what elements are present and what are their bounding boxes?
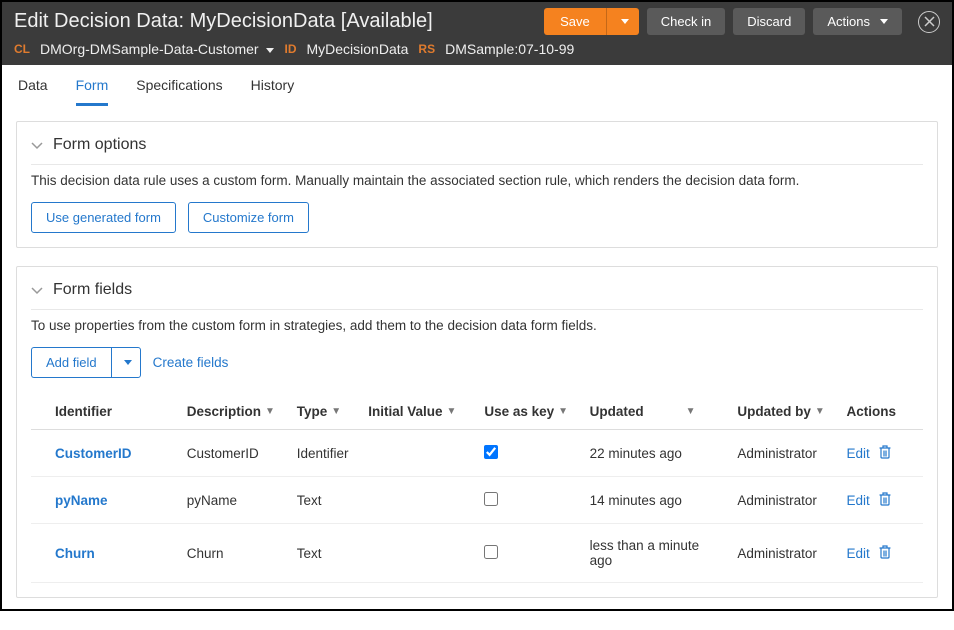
initial-value-cell: [360, 430, 476, 477]
filter-icon[interactable]: ▼: [331, 406, 341, 417]
chevron-down-icon: [621, 19, 629, 24]
col-description[interactable]: Description▼: [179, 394, 289, 430]
updated-cell: less than a minute ago: [582, 524, 730, 583]
updated-by-cell: Administrator: [729, 524, 838, 583]
actions-cell: Edit: [839, 430, 923, 477]
form-options-description: This decision data rule uses a custom fo…: [31, 164, 923, 202]
edit-link[interactable]: Edit: [847, 493, 870, 508]
updated-by-cell: Administrator: [729, 477, 838, 524]
identifier-link[interactable]: pyName: [31, 477, 179, 524]
create-fields-link[interactable]: Create fields: [153, 355, 229, 370]
filter-icon[interactable]: ▼: [265, 406, 275, 417]
id-label: ID: [284, 42, 296, 56]
trash-icon[interactable]: [878, 544, 892, 562]
actions-cell: Edit: [839, 524, 923, 583]
add-field-dropdown[interactable]: [111, 347, 141, 378]
save-label: Save: [544, 8, 607, 35]
use-as-key-cell: [476, 477, 581, 524]
form-fields-description: To use properties from the custom form i…: [31, 309, 923, 347]
col-identifier[interactable]: Identifier: [31, 394, 179, 430]
discard-button[interactable]: Discard: [733, 8, 805, 35]
description-cell: Churn: [179, 524, 289, 583]
cl-label: CL: [14, 42, 30, 56]
header-bar: Edit Decision Data: MyDecisionData [Avai…: [2, 2, 952, 65]
identifier-link[interactable]: CustomerID: [31, 430, 179, 477]
checkin-button[interactable]: Check in: [647, 8, 726, 35]
description-cell: CustomerID: [179, 430, 289, 477]
use-generated-form-button[interactable]: Use generated form: [31, 202, 176, 233]
initial-value-cell: [360, 477, 476, 524]
edit-link[interactable]: Edit: [847, 546, 870, 561]
actions-button[interactable]: Actions: [813, 8, 902, 35]
title-name: MyDecisionData: [190, 10, 336, 32]
id-value: MyDecisionData: [306, 41, 408, 57]
table-row: ChurnChurnTextless than a minute agoAdmi…: [31, 524, 923, 583]
tab-history[interactable]: History: [251, 77, 295, 106]
tab-specifications[interactable]: Specifications: [136, 77, 222, 106]
save-dropdown[interactable]: [607, 8, 639, 35]
table-row: CustomerIDCustomerIDIdentifier22 minutes…: [31, 430, 923, 477]
col-use-as-key[interactable]: Use as key▼: [476, 394, 581, 430]
initial-value-cell: [360, 524, 476, 583]
chevron-down-icon: [31, 283, 43, 298]
chevron-down-icon: [124, 360, 132, 365]
form-options-title: Form options: [53, 136, 146, 154]
chevron-down-icon: [880, 19, 888, 24]
type-cell: Text: [289, 477, 361, 524]
chevron-down-icon: [266, 48, 274, 53]
use-as-key-checkbox[interactable]: [484, 545, 498, 559]
updated-cell: 14 minutes ago: [582, 477, 730, 524]
tab-data[interactable]: Data: [18, 77, 48, 106]
col-initial-value[interactable]: Initial Value▼: [360, 394, 476, 430]
form-options-header[interactable]: Form options: [31, 136, 923, 154]
actions-label: Actions: [827, 14, 870, 29]
close-button[interactable]: [918, 11, 940, 33]
customize-form-button[interactable]: Customize form: [188, 202, 309, 233]
filter-icon[interactable]: ▼: [815, 406, 825, 417]
tab-form[interactable]: Form: [76, 77, 109, 106]
updated-by-cell: Administrator: [729, 430, 838, 477]
edit-link[interactable]: Edit: [847, 446, 870, 461]
header-actions: Save Check in Discard Actions: [544, 8, 940, 35]
tab-bar: Data Form Specifications History: [2, 65, 952, 107]
use-as-key-cell: [476, 524, 581, 583]
rs-value: DMSample:07-10-99: [445, 41, 574, 57]
title-prefix: Edit Decision Data:: [14, 10, 190, 32]
form-fields-title: Form fields: [53, 281, 132, 299]
filter-icon[interactable]: ▼: [447, 406, 457, 417]
save-button[interactable]: Save: [544, 8, 639, 35]
trash-icon[interactable]: [878, 491, 892, 509]
title-status: [Available]: [335, 10, 432, 32]
page-title: Edit Decision Data: MyDecisionData [Avai…: [14, 10, 544, 33]
content-area: Form options This decision data rule use…: [2, 107, 952, 630]
use-as-key-checkbox[interactable]: [484, 445, 498, 459]
header-meta: CL DMOrg-DMSample-Data-Customer ID MyDec…: [2, 39, 952, 65]
form-fields-panel: Form fields To use properties from the c…: [16, 266, 938, 598]
identifier-link[interactable]: Churn: [31, 524, 179, 583]
col-updated-by[interactable]: Updated by▼: [729, 394, 838, 430]
actions-cell: Edit: [839, 477, 923, 524]
form-fields-header[interactable]: Form fields: [31, 281, 923, 299]
trash-icon[interactable]: [878, 444, 892, 462]
use-as-key-cell: [476, 430, 581, 477]
use-as-key-checkbox[interactable]: [484, 492, 498, 506]
rs-label: RS: [418, 42, 435, 56]
col-updated[interactable]: Updated▼: [582, 394, 730, 430]
type-cell: Text: [289, 524, 361, 583]
form-options-panel: Form options This decision data rule use…: [16, 121, 938, 248]
close-icon: [924, 16, 935, 27]
updated-cell: 22 minutes ago: [582, 430, 730, 477]
table-header-row: Identifier Description▼ Type▼ Initial Va…: [31, 394, 923, 430]
type-cell: Identifier: [289, 430, 361, 477]
chevron-down-icon: [31, 138, 43, 153]
filter-icon[interactable]: ▼: [558, 406, 568, 417]
col-type[interactable]: Type▼: [289, 394, 361, 430]
cl-value[interactable]: DMOrg-DMSample-Data-Customer: [40, 41, 274, 57]
col-actions: Actions: [839, 394, 923, 430]
add-field-button[interactable]: Add field: [31, 347, 111, 378]
table-row: pyNamepyNameText14 minutes agoAdministra…: [31, 477, 923, 524]
form-fields-table: Identifier Description▼ Type▼ Initial Va…: [31, 394, 923, 583]
filter-icon[interactable]: ▼: [686, 406, 696, 417]
description-cell: pyName: [179, 477, 289, 524]
